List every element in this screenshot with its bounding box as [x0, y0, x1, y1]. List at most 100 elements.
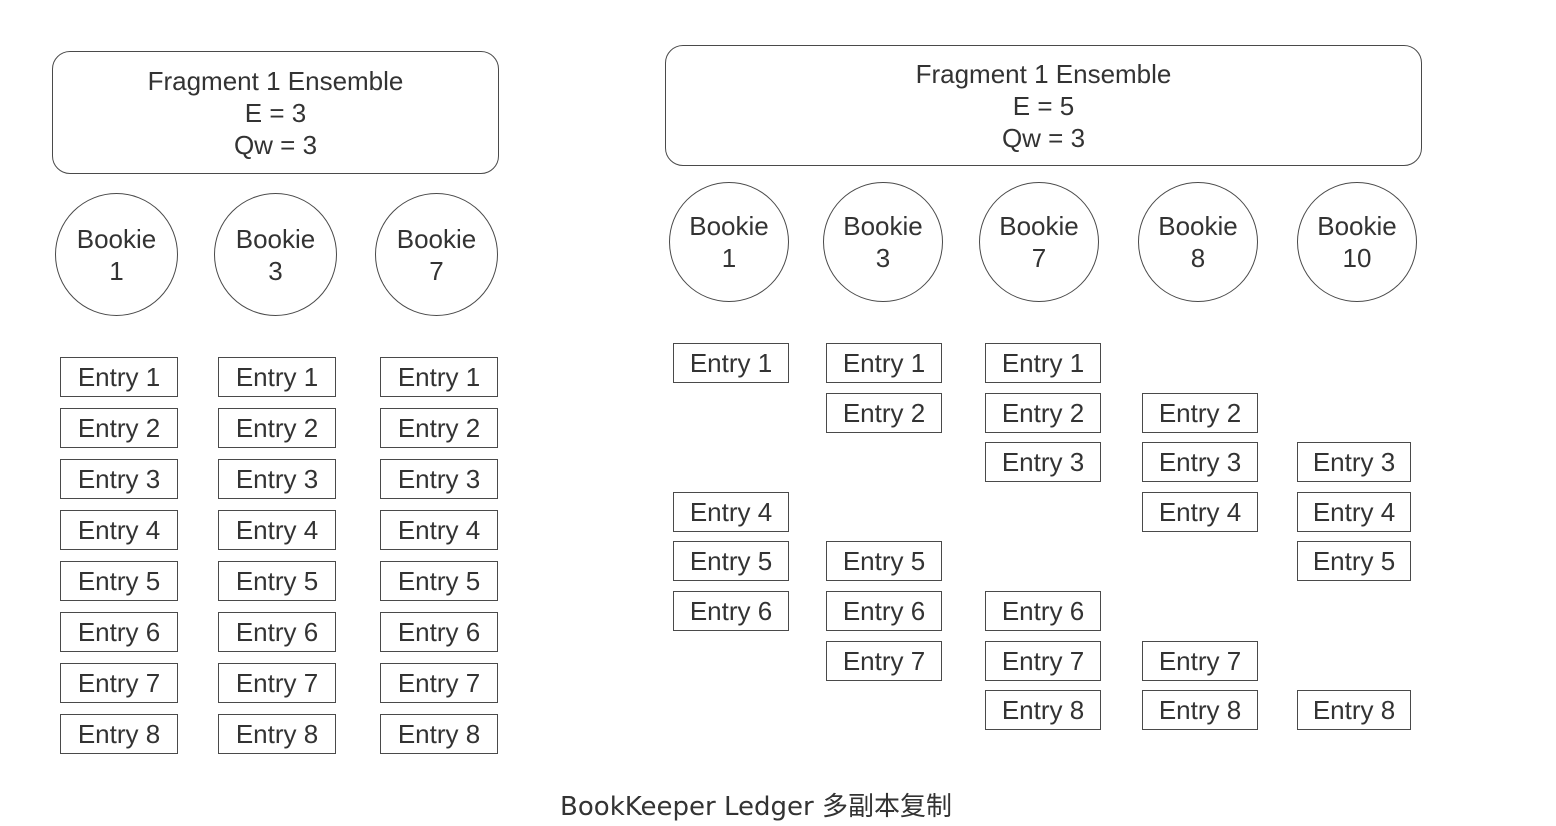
entry-label: Entry 6 — [77, 616, 161, 647]
diagram-caption: BookKeeper Ledger 多副本复制 — [560, 792, 952, 822]
bookie-label: Bookie — [999, 211, 1079, 241]
left-entry-box: Entry 4 — [218, 510, 336, 550]
right-ensemble-box: Fragment 1 Ensemble E = 5 Qw = 3 — [665, 45, 1422, 166]
right-entry-box: Entry 3 — [1142, 442, 1258, 482]
right-entry-box: Entry 3 — [985, 442, 1101, 482]
entry-label: Entry 7 — [842, 645, 926, 676]
entry-label: Entry 2 — [397, 412, 481, 443]
left-entry-box: Entry 5 — [60, 561, 178, 601]
entry-label: Entry 4 — [235, 514, 319, 545]
bookie-id: 1 — [109, 255, 124, 286]
right-entry-box: Entry 7 — [1142, 641, 1258, 681]
bookie-id: 1 — [721, 243, 737, 273]
entry-label: Entry 6 — [235, 616, 319, 647]
entry-label: Entry 5 — [77, 565, 161, 596]
entry-label: Entry 2 — [1158, 397, 1242, 428]
bookie-label: Bookie — [1317, 211, 1397, 241]
right-entry-box: Entry 8 — [985, 690, 1101, 730]
entry-label: Entry 7 — [235, 667, 319, 698]
entry-label: Entry 4 — [77, 514, 161, 545]
right-entry-box: Entry 4 — [673, 492, 789, 532]
left-ensemble-qw: Qw = 3 — [233, 129, 318, 160]
right-entry-box: Entry 6 — [826, 591, 942, 631]
left-entry-box: Entry 6 — [218, 612, 336, 652]
left-ensemble-box: Fragment 1 Ensemble E = 3 Qw = 3 — [52, 51, 499, 174]
entry-label: Entry 3 — [1158, 446, 1242, 477]
entry-label: Entry 8 — [1001, 694, 1085, 725]
left-ensemble-title: Fragment 1 Ensemble — [147, 65, 404, 96]
left-entry-box: Entry 2 — [218, 408, 336, 448]
entry-label: Entry 4 — [689, 496, 773, 527]
left-entry-box: Entry 1 — [380, 357, 498, 397]
entry-label: Entry 3 — [1312, 446, 1396, 477]
entry-label: Entry 2 — [842, 397, 926, 428]
entry-label: Entry 2 — [77, 412, 161, 443]
right-ensemble-e: E = 5 — [1012, 90, 1075, 121]
right-entry-box: Entry 8 — [1142, 690, 1258, 730]
entry-label: Entry 1 — [397, 361, 481, 392]
right-ensemble-qw: Qw = 3 — [1001, 122, 1086, 153]
entry-label: Entry 3 — [1001, 446, 1085, 477]
bookie-label: Bookie — [843, 211, 923, 241]
bookie-label: Bookie — [689, 211, 769, 241]
left-entry-box: Entry 8 — [60, 714, 178, 754]
right-entry-box: Entry 3 — [1297, 442, 1411, 482]
entry-label: Entry 1 — [842, 347, 926, 378]
right-entry-box: Entry 5 — [1297, 541, 1411, 581]
bookie-id: 3 — [875, 243, 891, 273]
entry-label: Entry 3 — [397, 463, 481, 494]
left-entry-box: Entry 5 — [380, 561, 498, 601]
right-entry-box: Entry 6 — [985, 591, 1101, 631]
entry-label: Entry 7 — [1001, 645, 1085, 676]
left-entry-box: Entry 5 — [218, 561, 336, 601]
right-entry-box: Entry 7 — [985, 641, 1101, 681]
entry-label: Entry 2 — [235, 412, 319, 443]
right-entry-box: Entry 2 — [985, 393, 1101, 433]
entry-label: Entry 3 — [77, 463, 161, 494]
right-entry-box: Entry 4 — [1297, 492, 1411, 532]
entry-label: Entry 6 — [397, 616, 481, 647]
entry-label: Entry 5 — [1312, 545, 1396, 576]
right-entry-box: Entry 5 — [826, 541, 942, 581]
entry-label: Entry 4 — [1158, 496, 1242, 527]
right-entry-box: Entry 5 — [673, 541, 789, 581]
entry-label: Entry 8 — [397, 718, 481, 749]
right-entry-box: Entry 2 — [826, 393, 942, 433]
entry-label: Entry 5 — [397, 565, 481, 596]
left-entry-box: Entry 6 — [380, 612, 498, 652]
entry-label: Entry 3 — [235, 463, 319, 494]
left-entry-box: Entry 4 — [380, 510, 498, 550]
left-entry-box: Entry 7 — [218, 663, 336, 703]
entry-label: Entry 5 — [235, 565, 319, 596]
left-entry-box: Entry 1 — [60, 357, 178, 397]
bookie-id: 10 — [1342, 243, 1372, 273]
bookie-id: 7 — [429, 255, 444, 286]
entry-label: Entry 5 — [689, 545, 773, 576]
entry-label: Entry 8 — [235, 718, 319, 749]
entry-label: Entry 6 — [1001, 595, 1085, 626]
entry-label: Entry 7 — [397, 667, 481, 698]
entry-label: Entry 4 — [1312, 496, 1396, 527]
entry-label: Entry 5 — [842, 545, 926, 576]
bookie-id: 7 — [1031, 243, 1047, 273]
entry-label: Entry 7 — [77, 667, 161, 698]
left-entry-box: Entry 4 — [60, 510, 178, 550]
entry-label: Entry 1 — [235, 361, 319, 392]
entry-label: Entry 6 — [842, 595, 926, 626]
entry-label: Entry 6 — [689, 595, 773, 626]
entry-label: Entry 8 — [1158, 694, 1242, 725]
bookie-id: 3 — [268, 255, 283, 286]
left-entry-box: Entry 3 — [60, 459, 178, 499]
entry-label: Entry 1 — [689, 347, 773, 378]
right-entry-box: Entry 2 — [1142, 393, 1258, 433]
left-entry-box: Entry 2 — [380, 408, 498, 448]
right-entry-box: Entry 1 — [826, 343, 942, 383]
right-entry-box: Entry 6 — [673, 591, 789, 631]
right-bookie-1: Bookie 1 — [669, 182, 789, 302]
entry-label: Entry 2 — [1001, 397, 1085, 428]
right-entry-box: Entry 7 — [826, 641, 942, 681]
left-entry-box: Entry 6 — [60, 612, 178, 652]
left-entry-box: Entry 1 — [218, 357, 336, 397]
bookie-label: Bookie — [235, 223, 316, 254]
bookie-label: Bookie — [76, 223, 157, 254]
